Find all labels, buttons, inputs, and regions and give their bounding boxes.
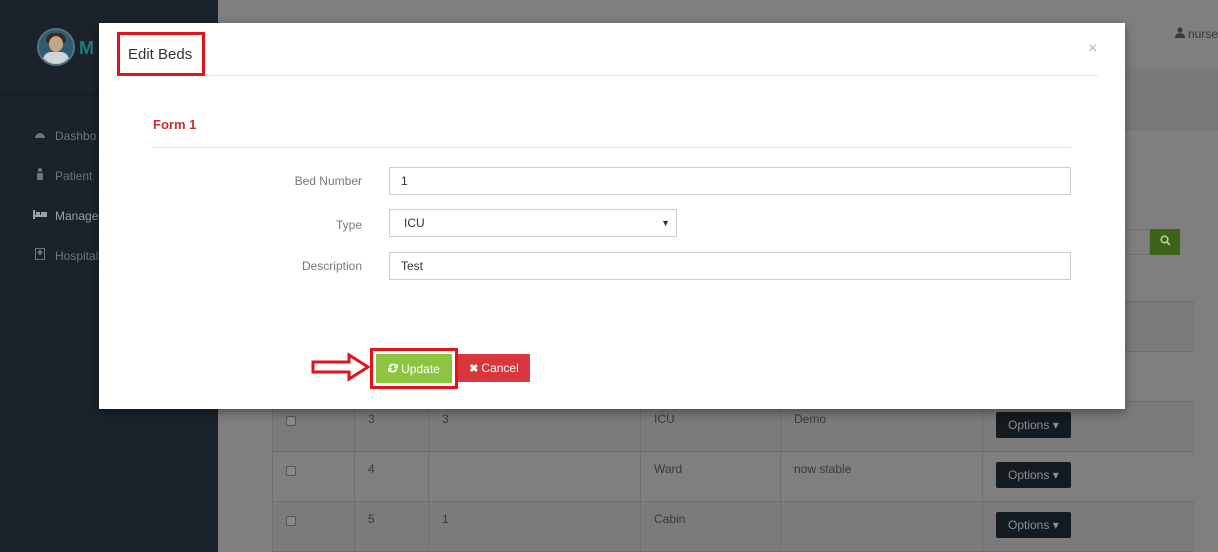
row-id: 3 xyxy=(354,402,428,451)
caret-down-icon: ▾ xyxy=(1052,468,1059,482)
options-button[interactable]: Options ▾ xyxy=(996,512,1071,538)
caret-down-icon: ▼ xyxy=(661,218,670,228)
person-icon xyxy=(33,168,47,183)
row-description: now stable xyxy=(780,452,982,501)
row-bed: 3 xyxy=(428,402,640,451)
row-checkbox[interactable] xyxy=(286,466,296,476)
options-label: Options xyxy=(1008,518,1050,532)
bed-number-field[interactable] xyxy=(389,167,1071,195)
sidebar-item-label: Hospital xyxy=(55,248,99,263)
type-selected-value: ICU xyxy=(404,216,425,230)
sidebar-item-label: Dashbo xyxy=(55,128,97,143)
brand-text: M xyxy=(79,38,94,58)
modal-header-divider xyxy=(205,75,1098,76)
row-bed: 1 xyxy=(428,502,640,551)
sidebar-item-label: Patient xyxy=(55,168,93,183)
form-divider xyxy=(153,147,1071,148)
description-field[interactable] xyxy=(389,252,1071,280)
options-button[interactable]: Options ▾ xyxy=(996,412,1071,438)
title-highlight-box: Edit Beds xyxy=(117,32,205,76)
row-checkbox[interactable] xyxy=(286,516,296,526)
row-description xyxy=(780,502,982,551)
hospital-icon xyxy=(33,248,47,263)
form-title: Form 1 xyxy=(153,117,197,132)
type-label: Type xyxy=(335,218,362,232)
bed-number-label: Bed Number xyxy=(294,174,362,188)
table-row: 3 3 ICU Demo Options ▾ xyxy=(272,402,1194,452)
options-button[interactable]: Options ▾ xyxy=(996,462,1071,488)
row-description: Demo xyxy=(780,402,982,451)
doctor-avatar-icon xyxy=(37,28,75,66)
sidebar-item-label: Manage xyxy=(55,208,99,223)
user-menu[interactable]: nurse xyxy=(1174,27,1218,41)
options-label: Options xyxy=(1008,418,1050,432)
description-label: Description xyxy=(301,259,362,273)
update-label: Update xyxy=(401,361,440,376)
row-id: 4 xyxy=(354,452,428,501)
row-type: Cabin xyxy=(640,502,780,551)
modal-title: Edit Beds xyxy=(128,46,193,63)
row-bed xyxy=(428,452,640,501)
row-type: Ward xyxy=(640,452,780,501)
edit-beds-modal: Edit Beds × Form 1 Bed Number Type ICU ▼… xyxy=(99,23,1125,409)
bed-icon xyxy=(33,209,47,222)
search-icon xyxy=(1159,235,1171,249)
update-button[interactable]: Update xyxy=(376,354,452,383)
update-highlight-box: Update xyxy=(370,348,458,389)
caret-down-icon: ▾ xyxy=(1052,518,1059,532)
table-row: 4 Ward now stable Options ▾ xyxy=(272,452,1194,502)
options-label: Options xyxy=(1008,468,1050,482)
close-icon[interactable]: × xyxy=(1088,40,1097,58)
search-button[interactable] xyxy=(1150,229,1180,255)
row-id: 5 xyxy=(354,502,428,551)
row-checkbox[interactable] xyxy=(286,416,296,426)
cancel-button[interactable]: ✖ Cancel xyxy=(458,354,530,382)
search-input[interactable] xyxy=(1125,229,1150,255)
type-select[interactable]: ICU ▼ xyxy=(389,209,677,237)
caret-down-icon: ▾ xyxy=(1052,418,1059,432)
close-x-icon: ✖ xyxy=(469,362,479,375)
cancel-label: Cancel xyxy=(481,361,519,375)
dashboard-icon xyxy=(33,129,47,142)
user-name: nurse xyxy=(1187,27,1218,41)
row-type: ICU xyxy=(640,402,780,451)
refresh-icon xyxy=(387,362,399,376)
table-row: 5 1 Cabin Options ▾ xyxy=(272,502,1194,552)
user-icon xyxy=(1174,27,1188,41)
pointer-arrow-icon xyxy=(311,352,371,382)
